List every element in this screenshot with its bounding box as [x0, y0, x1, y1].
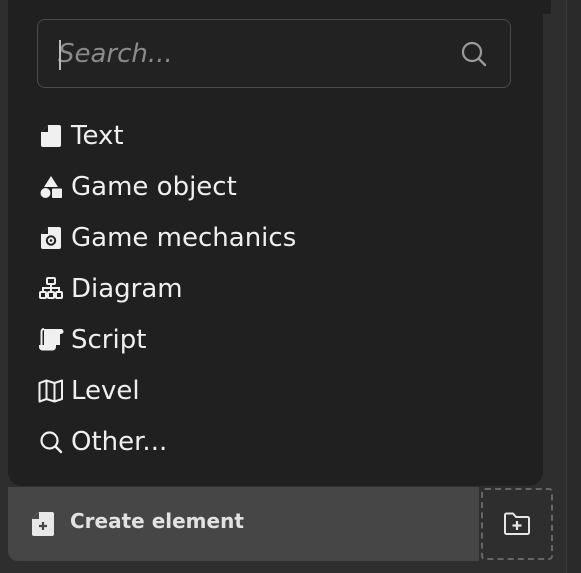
- folder-plus-icon: [504, 512, 530, 535]
- create-element-dropdown: Text Game object Game mechanics: [8, 0, 551, 486]
- create-element-bar: Create element: [8, 487, 479, 561]
- search-input[interactable]: [58, 20, 438, 87]
- create-element-label: Create element: [70, 509, 244, 533]
- sitemap-icon: [38, 276, 64, 302]
- menu-item-script[interactable]: Script: [38, 320, 146, 360]
- search-icon[interactable]: [460, 40, 488, 68]
- menu-item-label: Text: [71, 121, 124, 151]
- menu-item-label: Script: [71, 325, 147, 355]
- file-icon: [38, 123, 64, 149]
- menu-item-label: Game object: [71, 172, 237, 202]
- menu-item-other[interactable]: Other...: [38, 422, 167, 462]
- menu-item-text[interactable]: Text: [38, 116, 124, 156]
- file-plus-icon: [32, 512, 54, 536]
- menu-item-label: Diagram: [71, 274, 183, 304]
- menu-item-label: Other...: [71, 427, 168, 457]
- scroll-icon: [38, 327, 64, 353]
- menu-item-diagram[interactable]: Diagram: [38, 269, 183, 309]
- menu-item-label: Game mechanics: [71, 223, 297, 253]
- search-box[interactable]: [37, 19, 511, 88]
- menu-item-level[interactable]: Level: [38, 371, 140, 411]
- menu-item-game-object[interactable]: Game object: [38, 167, 237, 207]
- create-element-button[interactable]: Create element: [8, 487, 479, 561]
- create-folder-button[interactable]: [481, 488, 553, 560]
- menu-item-label: Level: [71, 376, 140, 406]
- file-gear-icon: [38, 225, 64, 251]
- shapes-icon: [38, 174, 64, 200]
- map-icon: [38, 378, 64, 404]
- text-caret: [59, 40, 61, 70]
- menu-item-game-mechanics[interactable]: Game mechanics: [38, 218, 296, 258]
- right-panel-edge: [566, 0, 581, 573]
- search-icon: [38, 429, 64, 455]
